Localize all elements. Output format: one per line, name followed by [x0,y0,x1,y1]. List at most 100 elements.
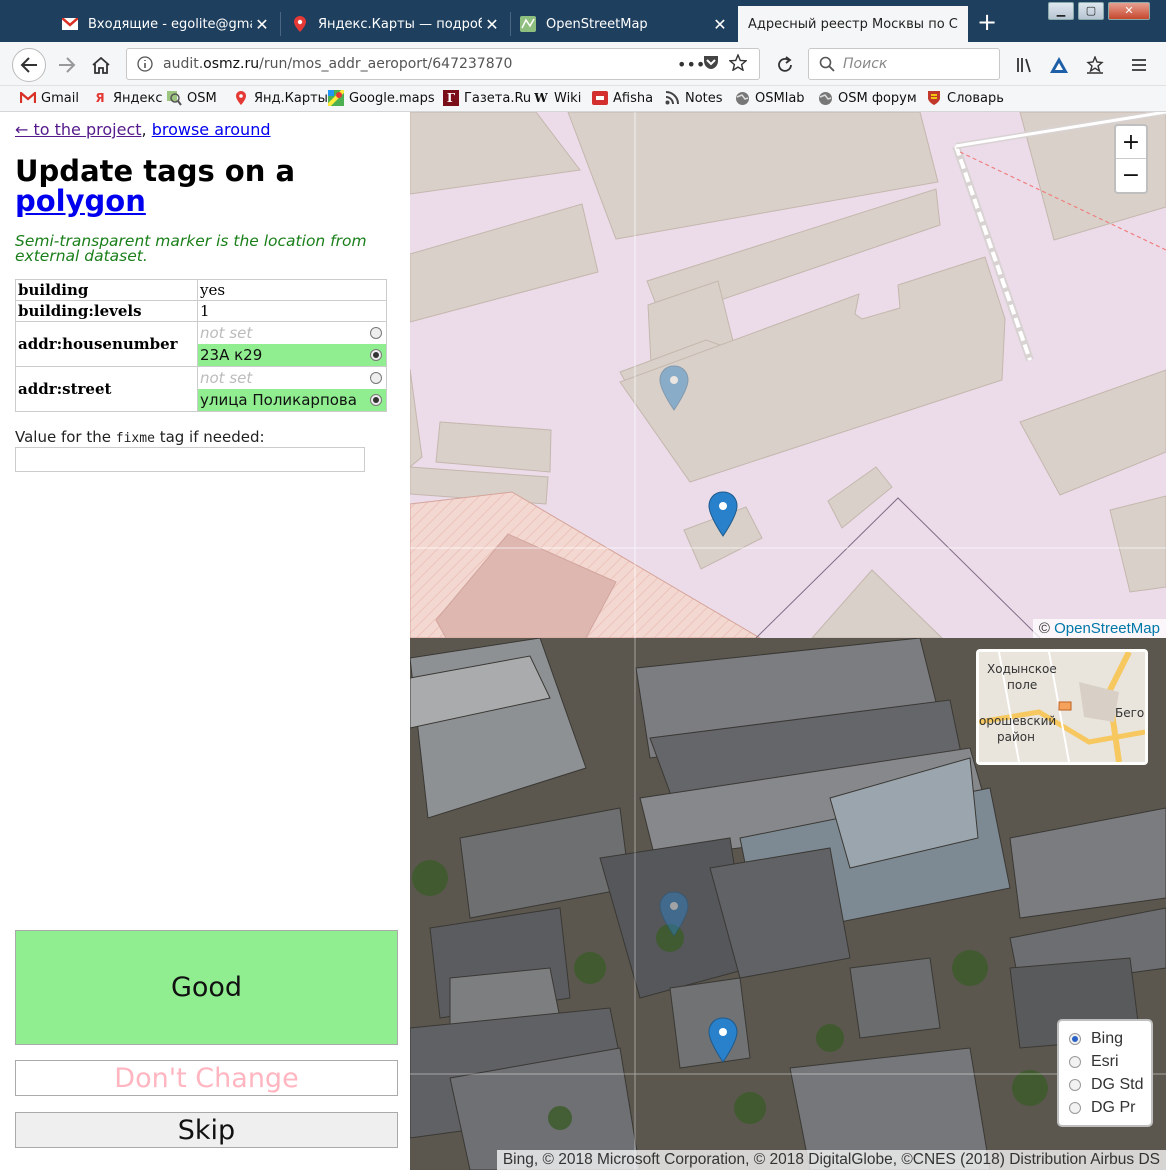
bookmark-osmlab[interactable]: OSMlab [734,90,805,106]
back-to-project-link[interactable]: ← to the project [15,120,142,139]
option-not-set[interactable]: not set [198,367,386,389]
bookmark-afisha[interactable]: Afisha [592,90,653,106]
gazeta-icon: Г [443,90,459,106]
osm-magnifier-icon [166,90,182,106]
bookmark-notes[interactable]: Notes [664,90,723,106]
search-placeholder: Поиск [843,56,888,72]
layer-switcher: Bing Esri DG Std DG Pr [1057,1019,1153,1127]
search-icon [819,56,835,72]
table-row: building yes [15,279,387,301]
reload-icon [778,56,792,72]
minimize-button[interactable]: ▁ [1048,2,1074,20]
osm-attribution: © OpenStreetMap [1032,619,1166,638]
close-icon[interactable]: ✕ [710,15,730,34]
option-not-set[interactable]: not set [198,322,386,344]
search-input[interactable]: Поиск [808,48,1000,80]
bookmark-wiki[interactable]: W Wiki [533,90,581,106]
back-button[interactable] [12,48,46,82]
option-new-value[interactable]: улица Поликарпова [198,389,386,411]
layer-option-dg-pr[interactable]: DG Pr [1069,1096,1151,1119]
triangle-logo-icon [1050,57,1068,73]
fixme-label: Value for the fixme tag if needed: [15,428,265,446]
tab-address-registry[interactable]: Адресный реестр Москвы по С [738,6,968,42]
sync-button[interactable] [1044,50,1074,80]
map-pin-icon [233,90,249,106]
wikipedia-icon: W [534,91,548,105]
browse-around-link[interactable]: browse around [152,120,271,139]
good-button[interactable]: Good [15,930,398,1045]
layer-option-dg-std[interactable]: DG Std [1069,1073,1151,1096]
layer-option-bing[interactable]: Bing [1069,1027,1151,1050]
forward-button[interactable] [52,50,82,80]
gmail-icon [20,90,36,106]
arrow-left-icon [20,57,37,73]
zoom-control: + − [1114,124,1148,194]
radio-button[interactable] [370,394,382,406]
skip-button[interactable]: Skip [15,1112,398,1148]
layer-option-esri[interactable]: Esri [1069,1050,1151,1073]
table-row: addr:housenumber not set 23А к29 [15,321,387,367]
more-actions-icon[interactable]: ••• [677,55,705,74]
close-icon[interactable]: ✕ [252,15,272,34]
bookmark-gmail[interactable]: Gmail [20,90,79,106]
menu-button[interactable] [1124,50,1154,80]
minimap[interactable]: Ходынское поле орошевский район Бегов [976,649,1148,765]
library-button[interactable] [1010,50,1040,80]
tag-key: building [15,279,198,301]
tag-key: addr:housenumber [15,321,198,367]
zoom-out-button[interactable]: − [1116,159,1146,192]
radio-button[interactable] [1069,1055,1081,1068]
radio-button[interactable] [370,349,382,361]
breadcrumb: ← to the project, browse around [15,120,271,139]
osm-map[interactable]: + − © OpenStreetMap [410,112,1166,638]
bookmark-dictionary[interactable]: Словарь [926,90,1004,106]
maximize-button[interactable]: ▢ [1078,2,1104,20]
tab-openstreetmap[interactable]: OpenStreetMap ✕ [510,6,736,42]
bookmark-yandex[interactable]: Я Яндекс [92,90,162,106]
tab-yandex-maps[interactable]: Яндекс.Карты — подробна ✕ [282,6,508,42]
bookmark-gazeta[interactable]: Г Газета.Ru [443,90,531,106]
bookmark-yandex-maps[interactable]: Янд.Карты [233,90,328,106]
home-icon [92,56,110,74]
bookmark-osm-forum[interactable]: OSM форум [817,90,917,106]
option-new-value[interactable]: 23А к29 [198,344,386,366]
radio-button[interactable] [370,372,382,384]
info-icon[interactable] [137,56,153,72]
tab-gmail[interactable]: Входящие - egolite@gmail.c ✕ [52,6,278,42]
satellite-attribution: Bing, © 2018 Microsoft Corporation, © 20… [496,1150,1166,1170]
pocket-icon[interactable] [703,55,729,74]
osm-icon [520,16,536,32]
url-text: audit.osmz.ru/run/mos_addr_aeroport/6472… [163,56,513,72]
bookmark-star-icon[interactable] [728,52,759,75]
fixme-input[interactable] [15,447,365,472]
openstreetmap-link[interactable]: OpenStreetMap [1054,620,1160,637]
new-tab-button[interactable]: + [975,8,999,36]
bookmark-google-maps[interactable]: Google.maps [328,90,435,106]
extension-button[interactable] [1080,50,1110,80]
url-bar[interactable]: audit.osmz.ru/run/mos_addr_aeroport/6472… [126,48,760,80]
satellite-map[interactable]: Ходынское поле орошевский район Бегов Bi… [410,638,1166,1170]
radio-button[interactable] [1069,1032,1081,1045]
radio-button[interactable] [1069,1078,1081,1091]
tab-label: Яндекс.Карты — подробна [318,16,482,32]
polygon-link[interactable]: polygon [15,184,146,218]
close-icon[interactable]: ✕ [482,15,502,34]
window-close-button[interactable]: ✕ [1108,2,1150,20]
osm-map-canvas[interactable] [410,112,1166,638]
home-button[interactable] [86,50,116,80]
shield-icon [926,90,942,106]
table-row: building:levels 1 [15,300,387,322]
radio-button[interactable] [370,327,382,339]
map-pin-icon [292,16,308,32]
bookmark-osm[interactable]: OSM [166,90,217,106]
tab-label: Адресный реестр Москвы по С [748,16,958,32]
globe-icon [817,90,833,106]
zoom-in-button[interactable]: + [1116,126,1146,159]
globe-icon [734,90,750,106]
dont-change-button[interactable]: Don't Change [15,1060,398,1096]
radio-button[interactable] [1069,1101,1081,1114]
hint-text: Semi-transparent marker is the location … [15,232,367,265]
reload-button[interactable] [770,50,800,80]
afisha-icon [592,90,608,106]
tag-key: addr:street [15,366,198,412]
